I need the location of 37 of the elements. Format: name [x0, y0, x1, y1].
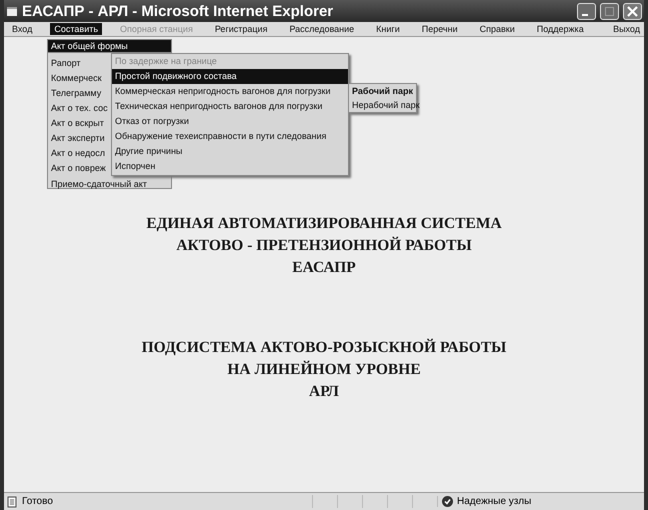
- menu-item[interactable]: Составить: [50, 23, 102, 35]
- close-button[interactable]: [623, 2, 642, 20]
- menu-item[interactable]: Поддержка: [532, 23, 588, 35]
- menu-item[interactable]: Испорчен: [112, 158, 348, 174]
- menu-item[interactable]: Расследование: [285, 23, 358, 35]
- page-heading: ПОДСИСТЕМА АКТОВО-РОЗЫСКНОЙ РАБОТЫ: [142, 339, 506, 357]
- page-heading: ЕДИНАЯ АВТОМАТИЗИРОВАННАЯ СИСТЕМА: [146, 215, 502, 233]
- menu-item[interactable]: Книги: [372, 23, 404, 35]
- menu-item[interactable]: Коммерческая непригодность вагонов для погрузки: [112, 84, 348, 98]
- menu-item[interactable]: Другие причины: [112, 144, 348, 158]
- page-heading: ЕАСАПР: [292, 259, 356, 277]
- menu-item[interactable]: Простой подвижного состава: [112, 68, 348, 84]
- browser-icon: [6, 5, 18, 17]
- menu-item[interactable]: Обнаружение техеисправности в пути следования: [112, 128, 348, 144]
- zone-text: Надежные узлы: [457, 496, 532, 507]
- menu-item[interactable]: Перечни: [418, 23, 462, 35]
- menu-item[interactable]: Техническая непригодность вагонов для погрузки: [112, 98, 348, 114]
- page-heading: НА ЛИНЕЙНОМ УРОВНЕ: [227, 361, 421, 379]
- close-icon: [627, 6, 638, 16]
- exit-link[interactable]: Выход: [613, 24, 640, 34]
- menu-item[interactable]: Справки: [476, 23, 519, 35]
- maximize-icon: [605, 6, 614, 16]
- check-icon: [442, 496, 453, 507]
- window-title: ЕАСАПР - АРЛ - Microsoft Internet Explorer: [22, 2, 334, 20]
- menu-item[interactable]: Рабочий парк: [349, 84, 416, 98]
- menu-item[interactable]: Отказ от погрузки: [112, 114, 348, 128]
- menu-item[interactable]: Вход: [8, 23, 36, 35]
- menu-item[interactable]: Приемо-сдаточный акт: [47, 176, 172, 189]
- minimize-button[interactable]: [577, 2, 596, 20]
- menu-item[interactable]: Акт общей формы: [47, 39, 172, 52]
- maximize-button[interactable]: [600, 2, 619, 20]
- page-heading: АКТОВО - ПРЕТЕНЗИОННОЙ РАБОТЫ: [176, 237, 472, 255]
- status-text: Готово: [22, 496, 53, 507]
- minimize-icon: [582, 14, 588, 16]
- page-heading: АРЛ: [309, 383, 339, 401]
- menu-item[interactable]: Регистрация: [210, 23, 272, 35]
- page-icon: [6, 496, 18, 508]
